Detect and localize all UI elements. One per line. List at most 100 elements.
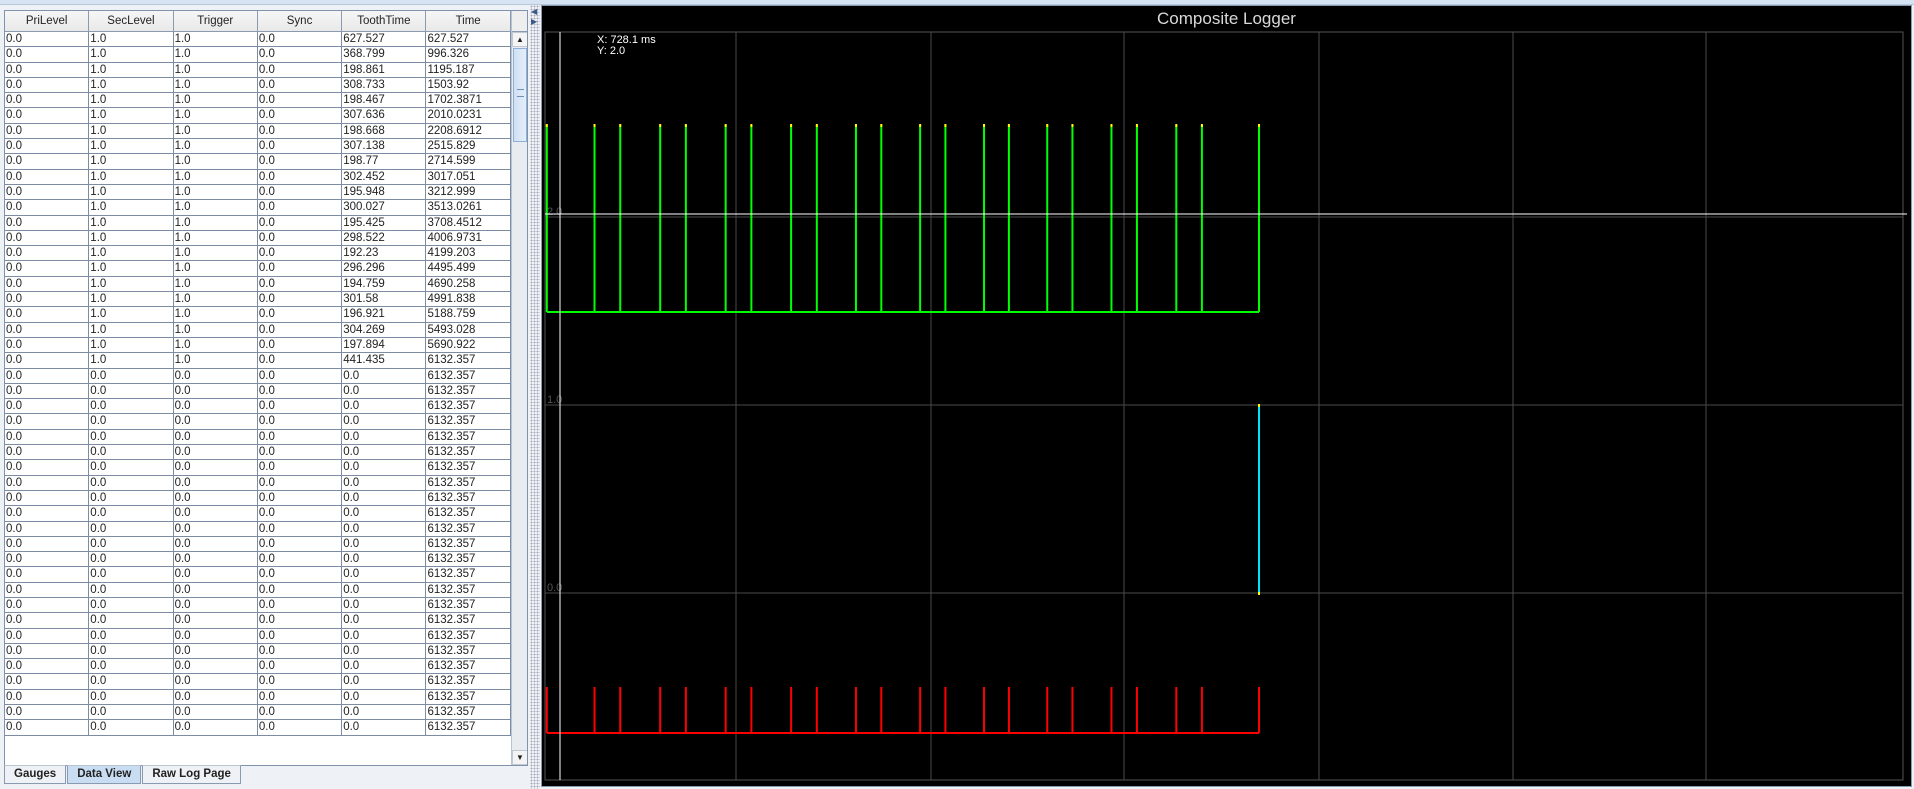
table-cell-sync[interactable]: 0.0 [257, 674, 343, 690]
table-cell-seclevel[interactable]: 0.0 [89, 567, 174, 583]
table-cell-trigger[interactable]: 1.0 [173, 246, 258, 262]
table-cell-toothtime[interactable]: 307.138 [342, 139, 427, 155]
table-cell-trigger[interactable]: 1.0 [173, 230, 258, 247]
table-row[interactable]: 0.0 0.0 0.0 0.0 0.0 6132.357 [5, 429, 511, 446]
table-cell-sync[interactable]: 0.0 [257, 353, 343, 369]
table-cell-trigger[interactable]: 0.0 [173, 659, 258, 675]
table-cell-time[interactable]: 6132.357 [426, 521, 511, 537]
table-cell-sync[interactable]: 0.0 [257, 597, 343, 614]
table-cell-seclevel[interactable]: 1.0 [89, 123, 174, 140]
table-cell-seclevel[interactable]: 0.0 [89, 490, 174, 507]
table-cell-sync[interactable]: 0.0 [257, 261, 343, 277]
table-cell-toothtime[interactable]: 296.296 [342, 261, 427, 277]
column-header-seclevel[interactable]: SecLevel [89, 11, 174, 31]
table-cell-prilevel[interactable]: 0.0 [5, 215, 90, 231]
table-cell-sync[interactable]: 0.0 [257, 337, 343, 354]
table-cell-time[interactable]: 6132.357 [426, 536, 511, 553]
table-cell-time[interactable]: 5493.028 [426, 322, 511, 338]
table-cell-prilevel[interactable]: 0.0 [5, 536, 90, 553]
table-cell-time[interactable]: 1195.187 [426, 62, 511, 78]
table-cell-time[interactable]: 5690.922 [426, 337, 511, 354]
table-row[interactable]: 0.0 1.0 1.0 0.0 198.467 1702.3871 [5, 93, 511, 109]
table-cell-seclevel[interactable]: 1.0 [89, 169, 174, 185]
table-cell-prilevel[interactable]: 0.0 [5, 261, 90, 277]
table-cell-time[interactable]: 3708.4512 [426, 215, 511, 231]
tab-gauges[interactable]: Gauges [4, 765, 67, 784]
table-row[interactable]: 0.0 0.0 0.0 0.0 0.0 6132.357 [5, 643, 511, 660]
table-cell-time[interactable]: 2010.0231 [426, 108, 511, 124]
table-cell-toothtime[interactable]: 198.861 [342, 62, 427, 78]
table-cell-toothtime[interactable]: 0.0 [342, 506, 427, 522]
table-row[interactable]: 0.0 1.0 1.0 0.0 198.77 2714.599 [5, 154, 511, 170]
table-cell-sync[interactable]: 0.0 [257, 154, 343, 170]
table-cell-time[interactable]: 6132.357 [426, 720, 511, 736]
table-cell-sync[interactable]: 0.0 [257, 414, 343, 430]
table-cell-trigger[interactable]: 0.0 [173, 552, 258, 568]
table-cell-sync[interactable]: 0.0 [257, 659, 343, 675]
table-cell-seclevel[interactable]: 1.0 [89, 230, 174, 247]
table-cell-trigger[interactable]: 0.0 [173, 567, 258, 583]
table-cell-toothtime[interactable]: 0.0 [342, 460, 427, 476]
table-cell-toothtime[interactable]: 195.948 [342, 184, 427, 201]
column-header-sync[interactable]: Sync [257, 11, 343, 31]
table-cell-prilevel[interactable]: 0.0 [5, 246, 90, 262]
table-cell-seclevel[interactable]: 1.0 [89, 292, 174, 308]
table-cell-prilevel[interactable]: 0.0 [5, 169, 90, 185]
table-cell-trigger[interactable]: 1.0 [173, 276, 258, 293]
table-cell-toothtime[interactable]: 198.77 [342, 154, 427, 170]
table-cell-seclevel[interactable]: 0.0 [89, 399, 174, 415]
table-cell-trigger[interactable]: 1.0 [173, 292, 258, 308]
column-header-time[interactable]: Time [426, 11, 511, 31]
table-cell-prilevel[interactable]: 0.0 [5, 139, 90, 155]
table-cell-seclevel[interactable]: 1.0 [89, 307, 174, 323]
table-cell-sync[interactable]: 0.0 [257, 246, 343, 262]
table-cell-seclevel[interactable]: 1.0 [89, 62, 174, 78]
table-cell-sync[interactable]: 0.0 [257, 77, 343, 94]
table-cell-toothtime[interactable]: 0.0 [342, 490, 427, 507]
table-cell-sync[interactable]: 0.0 [257, 62, 343, 78]
table-row[interactable]: 0.0 0.0 0.0 0.0 0.0 6132.357 [5, 414, 511, 430]
table-cell-time[interactable]: 6132.357 [426, 506, 511, 522]
table-row[interactable]: 0.0 1.0 1.0 0.0 307.138 2515.829 [5, 139, 511, 155]
table-cell-time[interactable]: 6132.357 [426, 613, 511, 629]
table-cell-time[interactable]: 6132.357 [426, 368, 511, 384]
expand-right-icon[interactable]: ▶ [531, 17, 537, 26]
table-cell-time[interactable]: 3017.051 [426, 169, 511, 185]
table-cell-prilevel[interactable]: 0.0 [5, 368, 90, 384]
table-cell-toothtime[interactable]: 302.452 [342, 169, 427, 185]
table-cell-time[interactable]: 6132.357 [426, 399, 511, 415]
table-row[interactable]: 0.0 0.0 0.0 0.0 0.0 6132.357 [5, 597, 511, 614]
table-cell-toothtime[interactable]: 0.0 [342, 613, 427, 629]
table-cell-sync[interactable]: 0.0 [257, 383, 343, 400]
table-cell-trigger[interactable]: 0.0 [173, 475, 258, 491]
table-cell-time[interactable]: 4006.9731 [426, 230, 511, 247]
table-cell-trigger[interactable]: 1.0 [173, 215, 258, 231]
table-cell-toothtime[interactable]: 0.0 [342, 552, 427, 568]
table-cell-toothtime[interactable]: 441.435 [342, 353, 427, 369]
table-row[interactable]: 0.0 1.0 1.0 0.0 304.269 5493.028 [5, 322, 511, 338]
table-cell-seclevel[interactable]: 0.0 [89, 368, 174, 384]
table-cell-time[interactable]: 6132.357 [426, 597, 511, 614]
table-cell-prilevel[interactable]: 0.0 [5, 582, 90, 598]
table-cell-prilevel[interactable]: 0.0 [5, 643, 90, 660]
table-row[interactable]: 0.0 1.0 1.0 0.0 308.733 1503.92 [5, 77, 511, 94]
table-cell-toothtime[interactable]: 0.0 [342, 705, 427, 721]
table-cell-trigger[interactable]: 0.0 [173, 582, 258, 598]
table-cell-trigger[interactable]: 0.0 [173, 383, 258, 400]
table-cell-trigger[interactable]: 1.0 [173, 169, 258, 185]
table-cell-toothtime[interactable]: 0.0 [342, 445, 427, 461]
table-cell-toothtime[interactable]: 0.0 [342, 399, 427, 415]
table-cell-trigger[interactable]: 1.0 [173, 353, 258, 369]
vertical-scrollbar[interactable]: ▲ ▼ [511, 11, 527, 765]
table-cell-sync[interactable]: 0.0 [257, 689, 343, 706]
table-cell-seclevel[interactable]: 1.0 [89, 77, 174, 94]
table-row[interactable]: 0.0 0.0 0.0 0.0 0.0 6132.357 [5, 383, 511, 400]
table-cell-trigger[interactable]: 0.0 [173, 399, 258, 415]
table-cell-seclevel[interactable]: 0.0 [89, 460, 174, 476]
table-cell-trigger[interactable]: 0.0 [173, 674, 258, 690]
table-cell-time[interactable]: 6132.357 [426, 475, 511, 491]
table-cell-prilevel[interactable]: 0.0 [5, 322, 90, 338]
table-cell-sync[interactable]: 0.0 [257, 720, 343, 736]
table-cell-prilevel[interactable]: 0.0 [5, 230, 90, 247]
table-cell-sync[interactable]: 0.0 [257, 429, 343, 446]
